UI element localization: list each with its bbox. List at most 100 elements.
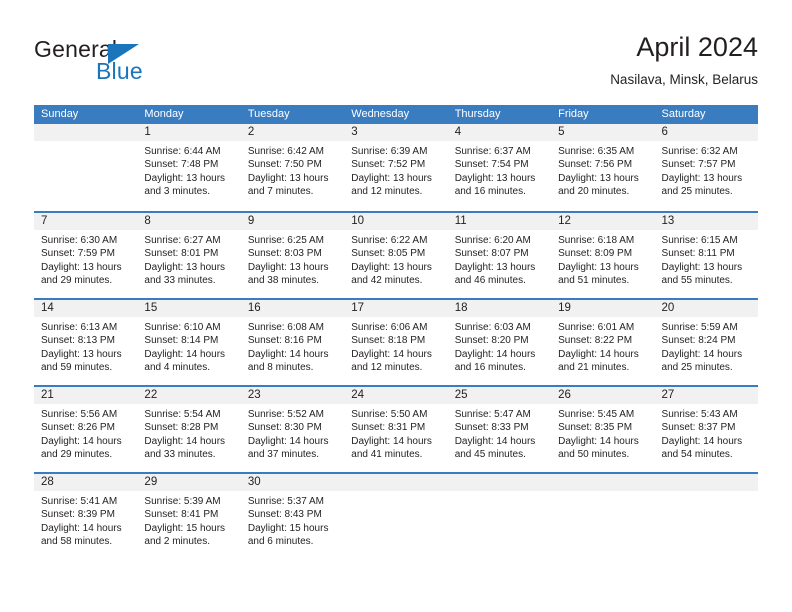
sunset-text: Sunset: 8:37 PM [661, 422, 736, 434]
day-details: Sunrise: 6:18 AM Sunset: 8:09 PM Daylight:… [551, 230, 654, 288]
day-number: 9 [240, 213, 345, 230]
sunrise-text: Sunrise: 6:13 AM [41, 322, 118, 333]
day-number: 5 [551, 124, 655, 141]
day-number [447, 474, 552, 491]
sunset-text: Sunset: 8:22 PM [558, 335, 633, 347]
sunset-text: Sunset: 7:50 PM [247, 159, 322, 171]
day-cell[interactable]: 27 Sunrise: 5:43 AM Sunset: 8:37 PM Dayligh… [654, 387, 758, 472]
day-cell[interactable]: 17 Sunrise: 6:06 AM Sunset: 8:18 PM Dayligh… [344, 300, 448, 385]
sunrise-text: Sunrise: 6:22 AM [351, 235, 428, 246]
day-number [344, 474, 448, 491]
daylight-text-line1: Daylight: 13 hours [661, 261, 743, 273]
daylight-text-line2: and 4 minutes. [144, 362, 211, 374]
day-cell[interactable]: 9 Sunrise: 6:25 AM Sunset: 8:03 PM Daylight… [240, 213, 345, 298]
daylight-text-line1: Daylight: 13 hours [558, 261, 639, 273]
sunrise-text: Sunrise: 6:27 AM [144, 235, 221, 246]
sunset-text: Sunset: 8:41 PM [144, 509, 219, 521]
day-number: 12 [551, 213, 655, 230]
day-cell[interactable]: 15 Sunrise: 6:10 AM Sunset: 8:14 PM Dayligh… [137, 300, 241, 385]
day-number: 21 [34, 387, 138, 404]
day-cell[interactable]: 18 Sunrise: 6:03 AM Sunset: 8:20 PM Dayligh… [447, 300, 552, 385]
day-number: 23 [240, 387, 345, 404]
daylight-text-line1: Daylight: 13 hours [144, 261, 226, 273]
sunrise-text: Sunrise: 6:35 AM [558, 146, 635, 157]
day-cell[interactable]: 5 Sunrise: 6:35 AM Sunset: 7:56 PM Daylight… [551, 124, 655, 211]
calendar-weeks: 1 Sunrise: 6:44 AM Sunset: 7:48 PM Daylight… [34, 124, 758, 559]
day-cell[interactable]: 7 Sunrise: 6:30 AM Sunset: 7:59 PM Daylight… [34, 213, 138, 298]
day-cell[interactable]: 29 Sunrise: 5:39 AM Sunset: 8:41 PM Dayligh… [137, 474, 241, 559]
day-details: Sunrise: 6:15 AM Sunset: 8:11 PM Daylight:… [655, 230, 758, 288]
sunset-text: Sunset: 8:01 PM [144, 248, 219, 260]
daylight-text-line1: Daylight: 14 hours [144, 348, 226, 360]
day-cell[interactable]: 21 Sunrise: 5:56 AM Sunset: 8:26 PM Dayligh… [34, 387, 138, 472]
daylight-text-line1: Daylight: 13 hours [351, 172, 432, 184]
daylight-text-line1: Daylight: 15 hours [247, 522, 329, 534]
day-cell[interactable]: 22 Sunrise: 5:54 AM Sunset: 8:28 PM Dayligh… [137, 387, 241, 472]
sunrise-text: Sunrise: 5:47 AM [454, 409, 531, 420]
day-cell[interactable]: 4 Sunrise: 6:37 AM Sunset: 7:54 PM Daylight… [447, 124, 552, 211]
weekday-header-thursday: Thursday [454, 108, 501, 120]
daylight-text-line2: and 42 minutes. [351, 275, 423, 287]
sunset-text: Sunset: 8:13 PM [41, 335, 115, 347]
day-number: 3 [344, 124, 448, 141]
day-number [34, 124, 138, 141]
sunrise-text: Sunrise: 5:37 AM [247, 496, 324, 507]
day-cell[interactable]: 3 Sunrise: 6:39 AM Sunset: 7:52 PM Daylight… [344, 124, 448, 211]
daylight-text-line2: and 51 minutes. [558, 275, 630, 287]
sunrise-text: Sunrise: 6:18 AM [558, 235, 635, 246]
page-title: April 2024 [636, 32, 758, 62]
daylight-text-line1: Daylight: 13 hours [247, 172, 329, 184]
sunset-text: Sunset: 8:03 PM [247, 248, 322, 260]
calendar-week-row: 7 Sunrise: 6:30 AM Sunset: 7:59 PM Daylight… [34, 211, 758, 298]
day-cell[interactable]: 28 Sunrise: 5:41 AM Sunset: 8:39 PM Dayligh… [34, 474, 138, 559]
day-details: Sunrise: 6:25 AM Sunset: 8:03 PM Daylight:… [241, 230, 344, 288]
day-cell-empty [34, 124, 138, 211]
daylight-text-line2: and 20 minutes. [558, 186, 630, 198]
daylight-text-line1: Daylight: 13 hours [351, 261, 432, 273]
day-number: 2 [240, 124, 345, 141]
day-details: Sunrise: 6:22 AM Sunset: 8:05 PM Daylight:… [344, 230, 447, 288]
day-details: Sunrise: 5:52 AM Sunset: 8:30 PM Daylight:… [241, 404, 344, 462]
weekday-header-wednesday: Wednesday [351, 108, 410, 120]
day-number [551, 474, 655, 491]
day-details: Sunrise: 5:37 AM Sunset: 8:43 PM Daylight:… [241, 491, 344, 549]
day-cell[interactable]: 24 Sunrise: 5:50 AM Sunset: 8:31 PM Dayligh… [344, 387, 448, 472]
daylight-text-line1: Daylight: 14 hours [558, 348, 639, 360]
sunset-text: Sunset: 8:16 PM [247, 335, 322, 347]
day-details: Sunrise: 6:27 AM Sunset: 8:01 PM Daylight:… [137, 230, 240, 288]
day-cell[interactable]: 13 Sunrise: 6:15 AM Sunset: 8:11 PM Dayligh… [654, 213, 758, 298]
day-details: Sunrise: 5:43 AM Sunset: 8:37 PM Daylight:… [655, 404, 758, 462]
general-blue-logo[interactable]: General Blue [34, 36, 204, 88]
day-details: Sunrise: 5:41 AM Sunset: 8:39 PM Daylight:… [34, 491, 137, 549]
day-cell[interactable]: 12 Sunrise: 6:18 AM Sunset: 8:09 PM Dayligh… [551, 213, 655, 298]
calendar-week-row: 1 Sunrise: 6:44 AM Sunset: 7:48 PM Daylight… [34, 124, 758, 211]
day-details: Sunrise: 6:20 AM Sunset: 8:07 PM Daylight:… [448, 230, 551, 288]
day-number: 17 [344, 300, 448, 317]
day-details: Sunrise: 5:50 AM Sunset: 8:31 PM Daylight:… [344, 404, 447, 462]
day-cell[interactable]: 23 Sunrise: 5:52 AM Sunset: 8:30 PM Dayligh… [240, 387, 345, 472]
day-cell[interactable]: 6 Sunrise: 6:32 AM Sunset: 7:57 PM Daylight… [654, 124, 758, 211]
day-cell[interactable]: 8 Sunrise: 6:27 AM Sunset: 8:01 PM Daylight… [137, 213, 241, 298]
day-cell[interactable]: 10 Sunrise: 6:22 AM Sunset: 8:05 PM Dayligh… [344, 213, 448, 298]
daylight-text-line2: and 16 minutes. [454, 186, 526, 198]
weekday-header-friday: Friday [558, 108, 589, 120]
daylight-text-line1: Daylight: 13 hours [144, 172, 226, 184]
daylight-text-line2: and 38 minutes. [247, 275, 320, 287]
day-details: Sunrise: 5:59 AM Sunset: 8:24 PM Daylight:… [655, 317, 758, 375]
day-cell[interactable]: 25 Sunrise: 5:47 AM Sunset: 8:33 PM Dayligh… [447, 387, 552, 472]
day-number: 22 [137, 387, 241, 404]
day-cell[interactable]: 19 Sunrise: 6:01 AM Sunset: 8:22 PM Dayligh… [551, 300, 655, 385]
day-cell[interactable]: 20 Sunrise: 5:59 AM Sunset: 8:24 PM Dayligh… [654, 300, 758, 385]
day-cell[interactable]: 2 Sunrise: 6:42 AM Sunset: 7:50 PM Daylight… [240, 124, 345, 211]
day-details: Sunrise: 6:01 AM Sunset: 8:22 PM Daylight:… [551, 317, 654, 375]
daylight-text-line2: and 29 minutes. [41, 275, 113, 287]
day-cell[interactable]: 1 Sunrise: 6:44 AM Sunset: 7:48 PM Daylight… [137, 124, 241, 211]
day-cell[interactable]: 16 Sunrise: 6:08 AM Sunset: 8:16 PM Dayligh… [240, 300, 345, 385]
day-cell[interactable]: 14 Sunrise: 6:13 AM Sunset: 8:13 PM Dayligh… [34, 300, 138, 385]
day-cell[interactable]: 11 Sunrise: 6:20 AM Sunset: 8:07 PM Dayligh… [447, 213, 552, 298]
sunrise-text: Sunrise: 6:06 AM [351, 322, 428, 333]
day-number [654, 474, 758, 491]
daylight-text-line1: Daylight: 14 hours [247, 435, 329, 447]
day-cell[interactable]: 30 Sunrise: 5:37 AM Sunset: 8:43 PM Dayligh… [240, 474, 345, 559]
day-cell[interactable]: 26 Sunrise: 5:45 AM Sunset: 8:35 PM Dayligh… [551, 387, 655, 472]
